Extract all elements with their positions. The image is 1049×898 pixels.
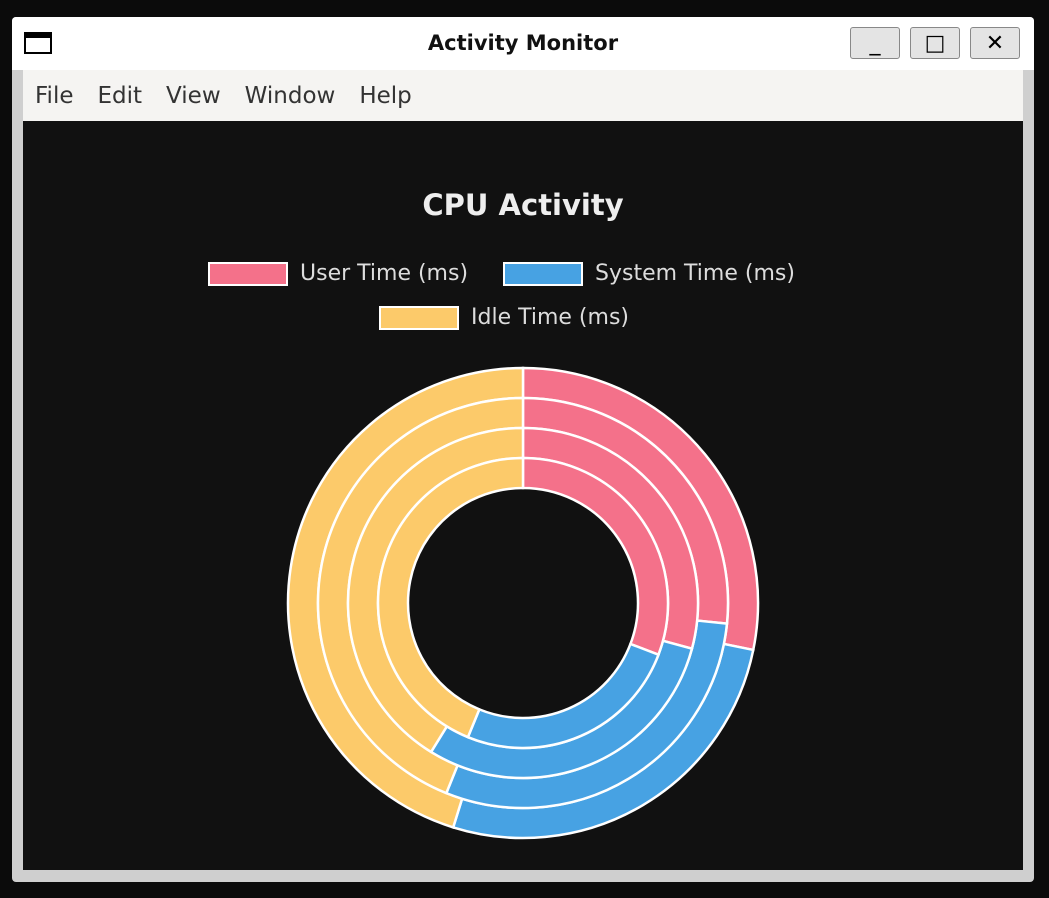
menu-bar: File Edit View Window Help (23, 70, 1023, 121)
close-button[interactable]: ✕ (970, 27, 1020, 59)
chart-area: CPU Activity User Time (ms) System Time … (23, 121, 1023, 870)
minimize-button[interactable]: _ (850, 27, 900, 59)
menu-view[interactable]: View (154, 83, 233, 109)
maximize-button[interactable]: □ (910, 27, 960, 59)
menu-window[interactable]: Window (233, 83, 348, 109)
menu-help[interactable]: Help (347, 83, 423, 109)
doughnut-chart (286, 366, 760, 840)
menu-file[interactable]: File (23, 83, 86, 109)
menu-edit[interactable]: Edit (86, 83, 155, 109)
title-bar: Activity Monitor _ □ ✕ (12, 17, 1034, 70)
app-window: Activity Monitor _ □ ✕ File Edit View Wi… (12, 17, 1034, 882)
